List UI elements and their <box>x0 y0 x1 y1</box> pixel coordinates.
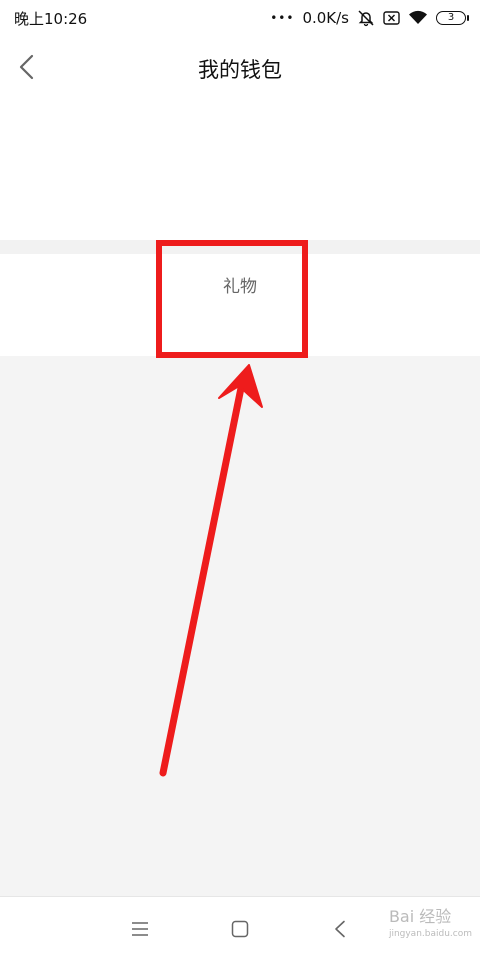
page-title: 我的钱包 <box>198 58 282 82</box>
battery-icon: 3 <box>436 11 469 25</box>
section-divider <box>0 240 480 254</box>
wallet-top-section <box>0 100 480 240</box>
arrow-shaft <box>159 384 245 777</box>
wifi-icon <box>408 10 428 26</box>
arrow-head <box>218 364 263 408</box>
network-speed: 0.0K/s <box>302 9 349 27</box>
status-dots: ••• <box>270 11 295 25</box>
battery-level: 3 <box>447 12 455 23</box>
home-square-icon <box>231 920 249 938</box>
no-sim-icon <box>383 11 400 25</box>
status-right: ••• 0.0K/s 3 <box>270 9 469 27</box>
status-bar: 晚上10:26 ••• 0.0K/s 3 <box>0 0 480 36</box>
mute-bell-icon <box>357 9 375 27</box>
back-chevron-icon <box>335 920 345 938</box>
watermark-text: Bai 经验 <box>388 907 452 926</box>
gift-row[interactable]: 礼物 <box>0 254 480 356</box>
home-button[interactable] <box>224 913 256 945</box>
bottom-nav-bar: Bai 经验 jingyan.baidu.com <box>0 896 480 961</box>
watermark-url: jingyan.baidu.com <box>388 929 472 939</box>
status-time: 晚上10:26 <box>14 9 88 28</box>
nav-back-button[interactable] <box>324 913 356 945</box>
gift-label[interactable]: 礼物 <box>0 272 480 297</box>
watermark: Bai 经验 jingyan.baidu.com <box>389 903 472 939</box>
menu-button[interactable] <box>124 913 156 945</box>
page-header: 我的钱包 <box>0 36 480 100</box>
menu-icon <box>132 922 148 936</box>
